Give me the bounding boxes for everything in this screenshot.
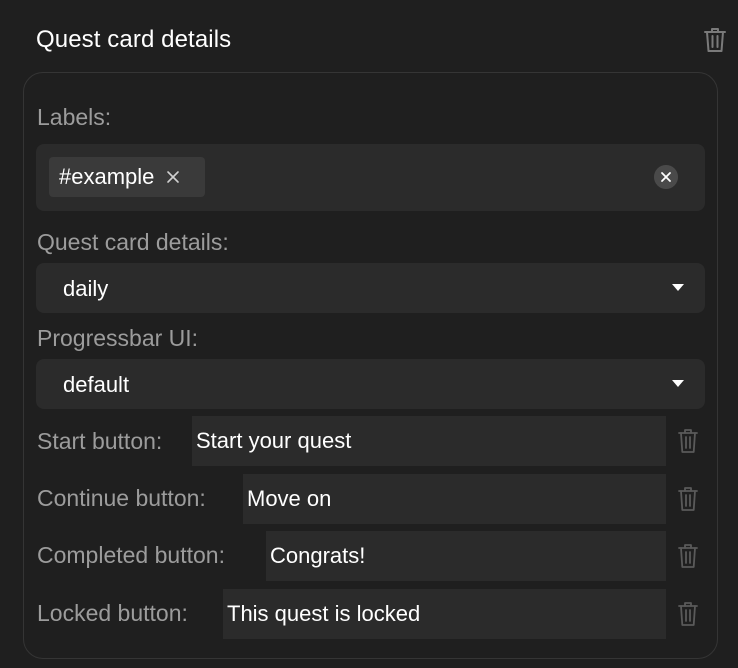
labels-multiselect[interactable]: #example xyxy=(36,144,705,211)
start-button-label: Start button: xyxy=(37,428,163,454)
quest-details-field-label: Quest card details: xyxy=(37,229,229,255)
progressbar-field-label: Progressbar UI: xyxy=(37,325,199,351)
label-chip-text: #example xyxy=(59,164,155,189)
caret-down-icon xyxy=(672,380,684,387)
trash-icon[interactable] xyxy=(701,26,729,54)
trash-icon[interactable] xyxy=(676,486,700,512)
trash-icon[interactable] xyxy=(676,601,700,627)
progressbar-select[interactable]: default xyxy=(36,359,705,409)
section-title: Quest card details xyxy=(36,26,232,53)
continue-button-label: Continue button: xyxy=(37,485,206,511)
completed-button-input[interactable]: Congrats! xyxy=(266,531,666,581)
quest-details-select[interactable]: daily xyxy=(36,263,705,313)
locked-button-input[interactable]: This quest is locked xyxy=(223,589,666,639)
trash-icon[interactable] xyxy=(676,543,700,569)
caret-down-icon xyxy=(672,284,684,291)
continue-button-input[interactable]: Move on xyxy=(243,474,666,524)
completed-button-label: Completed button: xyxy=(37,542,225,568)
locked-button-label: Locked button: xyxy=(37,600,188,626)
label-chip: #example xyxy=(49,157,205,197)
close-icon[interactable] xyxy=(166,170,180,184)
labels-field-label: Labels: xyxy=(37,104,112,130)
progressbar-selected-value: default xyxy=(63,372,130,397)
trash-icon[interactable] xyxy=(676,428,700,454)
close-circle-icon[interactable] xyxy=(654,165,678,189)
section-header: Quest card details xyxy=(0,0,738,80)
start-button-input[interactable]: Start your quest xyxy=(192,416,666,466)
quest-details-selected-value: daily xyxy=(63,276,109,301)
